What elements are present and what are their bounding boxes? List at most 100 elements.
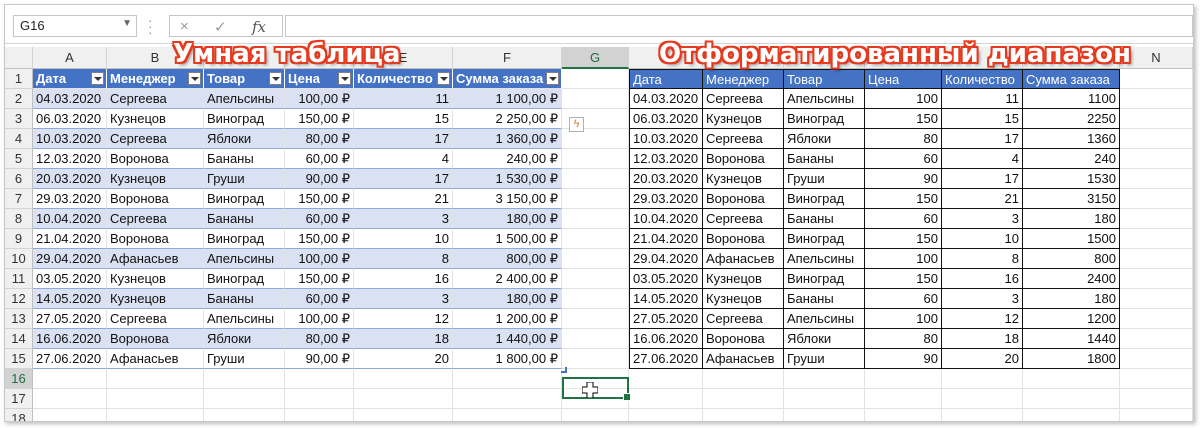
grid-cell[interactable] xyxy=(562,329,629,349)
range-table-cell[interactable]: 1500 xyxy=(1023,229,1120,249)
range-table-cell[interactable]: 15 xyxy=(942,109,1023,129)
drag-handle-icon[interactable]: · · · xyxy=(148,13,154,39)
grid-cell[interactable] xyxy=(1120,109,1193,129)
range-table-cell[interactable]: 180 xyxy=(1023,289,1120,309)
range-table-cell[interactable]: 150 xyxy=(865,229,942,249)
smart-table-cell[interactable]: 1 360,00 ₽ xyxy=(453,129,562,149)
smart-table-cell[interactable]: Виноград xyxy=(204,269,285,289)
range-table-cell[interactable]: Кузнецов xyxy=(703,169,784,189)
smart-table-cell[interactable]: Сергеева xyxy=(107,89,204,109)
smart-table-header[interactable]: Количество xyxy=(354,69,453,89)
grid-cell[interactable] xyxy=(629,369,703,389)
range-table-cell[interactable]: 10.04.2020 xyxy=(629,209,703,229)
smart-table-cell[interactable]: 8 xyxy=(354,249,453,269)
range-table-cell[interactable]: Кузнецов xyxy=(703,289,784,309)
range-table-cell[interactable]: 20 xyxy=(942,349,1023,369)
range-table-cell[interactable]: 29.04.2020 xyxy=(629,249,703,269)
smart-table-cell[interactable]: 1 530,00 ₽ xyxy=(453,169,562,189)
grid-cell[interactable] xyxy=(562,409,629,421)
grid-cell[interactable] xyxy=(1120,189,1193,209)
grid-cell[interactable] xyxy=(1120,229,1193,249)
column-header-g[interactable]: G xyxy=(562,47,629,69)
filter-dropdown-icon[interactable] xyxy=(269,72,282,85)
range-table-cell[interactable]: 60 xyxy=(865,149,942,169)
smart-table-cell[interactable]: 10 xyxy=(354,229,453,249)
range-table-cell[interactable]: Воронова xyxy=(703,149,784,169)
grid-cell[interactable] xyxy=(204,369,285,389)
row-header-6[interactable]: 6 xyxy=(5,169,33,189)
range-table-cell[interactable]: Виноград xyxy=(784,229,865,249)
grid-cell[interactable] xyxy=(562,209,629,229)
smart-table-cell[interactable]: 11 xyxy=(354,89,453,109)
row-header-5[interactable]: 5 xyxy=(5,149,33,169)
smart-table-cell[interactable]: Воронова xyxy=(107,229,204,249)
grid-cell[interactable] xyxy=(562,189,629,209)
range-table-cell[interactable]: Яблоки xyxy=(784,329,865,349)
grid-cell[interactable] xyxy=(784,389,865,409)
row-header-4[interactable]: 4 xyxy=(5,129,33,149)
range-table-cell[interactable]: 10.03.2020 xyxy=(629,129,703,149)
grid-cell[interactable] xyxy=(1120,349,1193,369)
grid-cell[interactable] xyxy=(285,369,354,389)
grid-cell[interactable] xyxy=(629,409,703,421)
range-table-cell[interactable]: Груши xyxy=(784,169,865,189)
range-table-cell[interactable]: 80 xyxy=(865,129,942,149)
range-table-cell[interactable]: 29.03.2020 xyxy=(629,189,703,209)
range-table-cell[interactable]: 100 xyxy=(865,249,942,269)
range-table-cell[interactable]: 180 xyxy=(1023,209,1120,229)
grid-cell[interactable] xyxy=(1120,89,1193,109)
smart-table-header[interactable]: Цена xyxy=(285,69,354,89)
range-table-cell[interactable]: 3 xyxy=(942,289,1023,309)
grid-cell[interactable] xyxy=(1120,369,1193,389)
smart-table-cell[interactable]: 20 xyxy=(354,349,453,369)
range-table-cell[interactable]: Кузнецов xyxy=(703,269,784,289)
range-table-cell[interactable]: 4 xyxy=(942,149,1023,169)
smart-table-cell[interactable]: 10.04.2020 xyxy=(33,209,107,229)
range-table-cell[interactable]: 1440 xyxy=(1023,329,1120,349)
grid-cell[interactable] xyxy=(562,249,629,269)
range-table-cell[interactable]: 1800 xyxy=(1023,349,1120,369)
formula-input[interactable] xyxy=(285,15,1193,37)
fx-icon[interactable]: fx xyxy=(252,18,266,36)
range-table-cell[interactable]: 1200 xyxy=(1023,309,1120,329)
grid-cell[interactable] xyxy=(562,309,629,329)
smart-table-header[interactable]: Дата xyxy=(33,69,107,89)
grid-cell[interactable] xyxy=(1120,329,1193,349)
range-table-cell[interactable]: Яблоки xyxy=(784,129,865,149)
smart-table-cell[interactable]: 1 500,00 ₽ xyxy=(453,229,562,249)
row-header-11[interactable]: 11 xyxy=(5,269,33,289)
range-table-cell[interactable]: 20.03.2020 xyxy=(629,169,703,189)
grid-cell[interactable] xyxy=(354,409,453,421)
smart-table-cell[interactable]: 03.05.2020 xyxy=(33,269,107,289)
range-table-cell[interactable]: 04.03.2020 xyxy=(629,89,703,109)
smart-table-cell[interactable]: 150,00 ₽ xyxy=(285,189,354,209)
range-table-cell[interactable]: 80 xyxy=(865,329,942,349)
smart-table-cell[interactable]: Бананы xyxy=(204,149,285,169)
table-resize-handle[interactable] xyxy=(561,367,567,373)
range-table-cell[interactable]: 2400 xyxy=(1023,269,1120,289)
range-table-cell[interactable]: 03.05.2020 xyxy=(629,269,703,289)
grid-cell[interactable] xyxy=(453,369,562,389)
range-table-cell[interactable]: Груши xyxy=(784,349,865,369)
grid-cell[interactable] xyxy=(942,389,1023,409)
grid-cell[interactable] xyxy=(1023,389,1120,409)
range-table-cell[interactable]: Сергеева xyxy=(703,309,784,329)
smart-table-cell[interactable]: Бананы xyxy=(204,209,285,229)
grid-cell[interactable] xyxy=(1120,249,1193,269)
row-header-1[interactable]: 1 xyxy=(5,69,33,89)
grid-cell[interactable] xyxy=(865,369,942,389)
smart-table-cell[interactable]: 27.06.2020 xyxy=(33,349,107,369)
enter-icon[interactable]: ✓ xyxy=(214,18,227,36)
smart-table-cell[interactable]: 06.03.2020 xyxy=(33,109,107,129)
smart-table-cell[interactable]: Виноград xyxy=(204,189,285,209)
range-table-cell[interactable]: 17 xyxy=(942,129,1023,149)
grid-cell[interactable] xyxy=(562,269,629,289)
filter-dropdown-icon[interactable] xyxy=(91,72,104,85)
smart-table-cell[interactable]: 90,00 ₽ xyxy=(285,169,354,189)
range-table-cell[interactable]: Апельсины xyxy=(784,89,865,109)
range-table-cell[interactable]: 150 xyxy=(865,189,942,209)
range-table-cell[interactable]: Виноград xyxy=(784,269,865,289)
smart-table-cell[interactable]: Кузнецов xyxy=(107,269,204,289)
grid-cell[interactable] xyxy=(33,389,107,409)
smart-table-cell[interactable]: Афанасьев xyxy=(107,249,204,269)
